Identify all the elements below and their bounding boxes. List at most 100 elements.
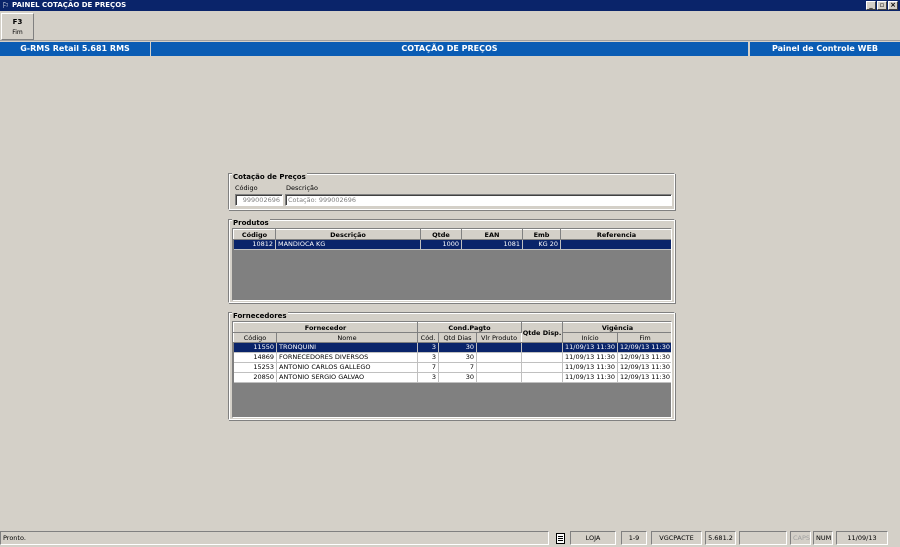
status-message: Pronto. — [0, 531, 549, 545]
header-title: COTAÇÃO DE PREÇOS — [151, 42, 749, 56]
produtos-group: Produtos Código Descrição Qtde EAN Emb R… — [228, 219, 675, 303]
cell-codigo: 11550 — [233, 342, 277, 353]
document-icon — [556, 533, 565, 544]
col-nome[interactable]: Nome — [275, 332, 419, 343]
cell-fim: 12/09/13 11:30 — [617, 372, 671, 383]
status-date: 11/09/13 — [836, 531, 888, 545]
close-button[interactable]: × — [888, 1, 898, 10]
col-codigo[interactable]: Código — [233, 332, 277, 343]
fornecedores-group-header: Fornecedor Cond.Pagto Qtde Disp. Vigênci… — [233, 322, 671, 343]
codigo-label: Código — [235, 184, 258, 192]
cell-vlr-produto — [476, 352, 523, 363]
col-cod[interactable]: Cód. — [417, 332, 440, 343]
cell-nome: ANTONIO CARLOS GALLEGO — [276, 362, 419, 373]
fornecedores-group-title: Fornecedores — [232, 312, 288, 320]
header-bar: G-RMS Retail 5.681 RMS COTAÇÃO DE PREÇOS… — [0, 42, 900, 56]
cell-emb: KG 20 — [522, 239, 561, 250]
col-qtde-disp[interactable]: Qtde Disp. — [521, 322, 564, 343]
cell-inicio: 11/09/13 11:30 — [562, 362, 619, 373]
col-group-vigencia[interactable]: Vigência — [562, 322, 671, 333]
cell-qtde-disp — [521, 342, 564, 353]
minimize-button[interactable]: _ — [866, 1, 876, 10]
cell-nome: ANTONIO SERGIO GALVAO — [276, 372, 419, 383]
toolbar: F3 Fim — [0, 11, 900, 41]
cell-cod: 7 — [417, 362, 440, 373]
col-group-cond-pagto[interactable]: Cond.Pagto — [417, 322, 523, 333]
table-row[interactable]: 15253 ANTONIO CARLOS GALLEGO 7 7 11/09/1… — [233, 362, 671, 373]
status-num: NUM — [813, 531, 833, 545]
status-user: VGCPACTE — [651, 531, 702, 545]
cell-descricao: MANDIOCA KG — [275, 239, 421, 250]
window-controls: _ ▫ × — [866, 1, 898, 10]
produtos-header-row: Código Descrição Qtde EAN Emb Referencia — [233, 229, 671, 240]
cell-nome: FORNECEDORES DIVERSOS — [276, 352, 419, 363]
descricao-field[interactable]: Cotação: 999002696 — [285, 194, 672, 206]
produtos-grid[interactable]: Código Descrição Qtde EAN Emb Referencia… — [232, 228, 672, 301]
cell-cod: 3 — [417, 372, 440, 383]
app-icon: ⚐ — [2, 1, 10, 10]
cell-cod: 3 — [417, 352, 440, 363]
header-product: G-RMS Retail 5.681 RMS — [0, 42, 151, 56]
fim-button[interactable]: F3 Fim — [1, 13, 34, 40]
col-qtde[interactable]: Qtde — [420, 229, 462, 240]
cell-fim: 12/09/13 11:30 — [617, 342, 671, 353]
status-loja: LOJA — [570, 531, 616, 545]
col-vlr-produto[interactable]: Vlr Produto — [476, 332, 523, 343]
restore-button[interactable]: ▫ — [877, 1, 887, 10]
status-empty — [739, 531, 787, 545]
cell-cod: 3 — [417, 342, 440, 353]
cotacao-group-title: Cotação de Preços — [232, 173, 307, 181]
cell-qtde-disp — [521, 352, 564, 363]
cell-ean: 1081 — [461, 239, 523, 250]
cell-vlr-produto — [476, 342, 523, 353]
table-row[interactable]: 20850 ANTONIO SERGIO GALVAO 3 30 11/09/1… — [233, 372, 671, 383]
cell-qtd-dias: 7 — [438, 362, 478, 373]
cell-qtd-dias: 30 — [438, 352, 478, 363]
col-inicio[interactable]: Início — [562, 332, 619, 343]
produtos-table: Código Descrição Qtde EAN Emb Referencia… — [233, 229, 671, 250]
codigo-field[interactable]: 999002696 — [235, 194, 283, 206]
col-fim[interactable]: Fim — [617, 332, 671, 343]
descricao-label: Descrição — [286, 184, 318, 192]
cell-qtd-dias: 30 — [438, 372, 478, 383]
fornecedores-sub-header: Código Nome Cód. Qtd Dias Vlr Produto In… — [233, 332, 671, 343]
col-referencia[interactable]: Referencia — [560, 229, 671, 240]
cell-codigo: 14869 — [233, 352, 277, 363]
status-version: 5.681.2 — [705, 531, 736, 545]
fornecedores-grid[interactable]: Fornecedor Cond.Pagto Qtde Disp. Vigênci… — [232, 321, 672, 418]
cell-qtd-dias: 30 — [438, 342, 478, 353]
status-caps: CAPS — [790, 531, 811, 545]
fim-label: Fim — [12, 29, 23, 36]
cotacao-group: Cotação de Preços Código Descrição 99900… — [228, 173, 675, 210]
col-descricao[interactable]: Descrição — [275, 229, 421, 240]
status-bar: Pronto. LOJA 1-9 VGCPACTE 5.681.2 CAPS N… — [0, 530, 900, 547]
cell-inicio: 11/09/13 11:30 — [562, 342, 619, 353]
title-bar: ⚐ PAINEL COTAÇÃO DE PREÇOS _ ▫ × — [0, 0, 900, 11]
fornecedores-group: Fornecedores Fornecedor Cond.Pagto Qtde … — [228, 312, 675, 420]
table-row[interactable]: 10812 MANDIOCA KG 1000 1081 KG 20 — [233, 239, 671, 250]
cell-qtde-disp — [521, 362, 564, 373]
fornecedores-table: Fornecedor Cond.Pagto Qtde Disp. Vigênci… — [233, 322, 671, 383]
cell-codigo: 20850 — [233, 372, 277, 383]
cell-codigo: 15253 — [233, 362, 277, 373]
cell-codigo: 10812 — [233, 239, 276, 250]
col-codigo[interactable]: Código — [233, 229, 276, 240]
col-emb[interactable]: Emb — [522, 229, 561, 240]
table-row[interactable]: 11550 TRONQUINI 3 30 11/09/13 11:30 12/0… — [233, 342, 671, 353]
table-row[interactable]: 14869 FORNECEDORES DIVERSOS 3 30 11/09/1… — [233, 352, 671, 363]
header-panel-link[interactable]: Painel de Controle WEB — [749, 42, 900, 56]
cell-vlr-produto — [476, 362, 523, 373]
col-group-fornecedor[interactable]: Fornecedor — [233, 322, 419, 333]
col-qtd-dias[interactable]: Qtd Dias — [438, 332, 478, 343]
status-range: 1-9 — [621, 531, 647, 545]
produtos-group-title: Produtos — [232, 219, 270, 227]
cell-vlr-produto — [476, 372, 523, 383]
cell-nome: TRONQUINI — [276, 342, 419, 353]
col-ean[interactable]: EAN — [461, 229, 523, 240]
cell-referencia — [560, 239, 671, 250]
cell-fim: 12/09/13 11:30 — [617, 352, 671, 363]
cell-qtde-disp — [521, 372, 564, 383]
cell-qtde: 1000 — [420, 239, 462, 250]
fim-key: F3 — [12, 18, 23, 26]
window-title: PAINEL COTAÇÃO DE PREÇOS — [12, 1, 127, 9]
